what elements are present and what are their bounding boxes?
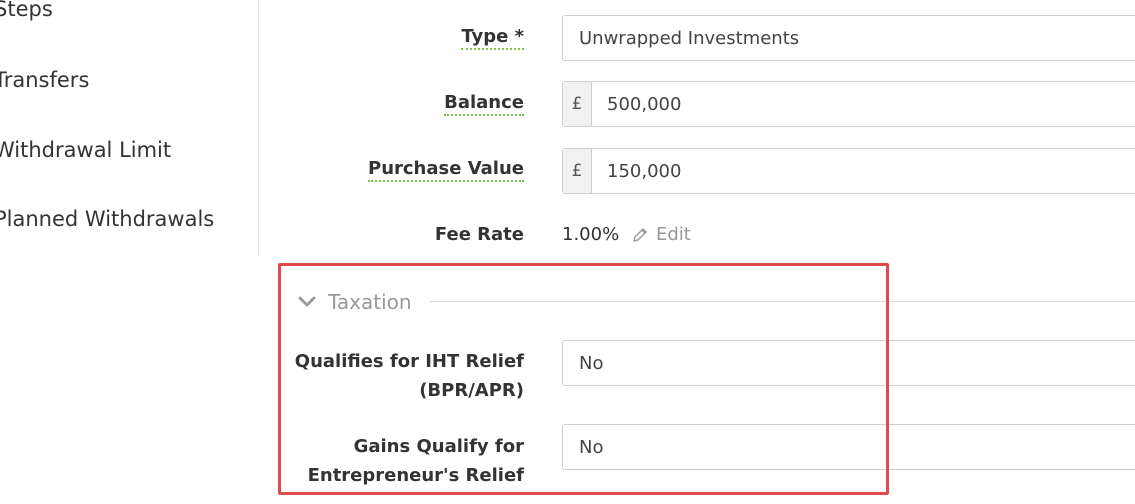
type-label: Type *: [461, 26, 524, 50]
type-label-text: Type *: [461, 26, 524, 50]
sidebar-item-transfers[interactable]: Transfers: [0, 68, 89, 92]
type-select[interactable]: Unwrapped Investments: [562, 15, 1135, 61]
fee-rate-edit-link[interactable]: Edit: [632, 224, 691, 245]
purchase-value-label-text: Purchase Value: [368, 158, 524, 182]
currency-addon: £: [563, 82, 592, 126]
pencil-icon: [633, 227, 647, 242]
balance-label-text: Balance: [444, 92, 524, 116]
type-value: Unwrapped Investments: [579, 27, 800, 49]
balance-value: 500,000: [607, 93, 682, 115]
purchase-value-value: 150,000: [607, 160, 682, 182]
highlight-box: [278, 263, 889, 495]
balance-field[interactable]: £ 500,000: [562, 81, 1135, 127]
purchase-value-field[interactable]: £ 150,000: [562, 148, 1135, 194]
fee-rate-value: 1.00%: [562, 224, 620, 245]
currency-addon: £: [563, 149, 592, 193]
fee-rate-label: Fee Rate: [434, 224, 524, 245]
edit-label: Edit: [656, 224, 691, 245]
balance-label: Balance: [444, 92, 524, 116]
sidebar-nav: Steps Transfers Withdrawal Limit Planned…: [0, 0, 259, 255]
sidebar-item-planned-withdrawals[interactable]: Planned Withdrawals: [0, 207, 214, 231]
sidebar-item-withdrawal-limit[interactable]: Withdrawal Limit: [0, 138, 171, 162]
purchase-value-label: Purchase Value: [368, 158, 524, 182]
sidebar-item-steps[interactable]: Steps: [0, 0, 53, 21]
